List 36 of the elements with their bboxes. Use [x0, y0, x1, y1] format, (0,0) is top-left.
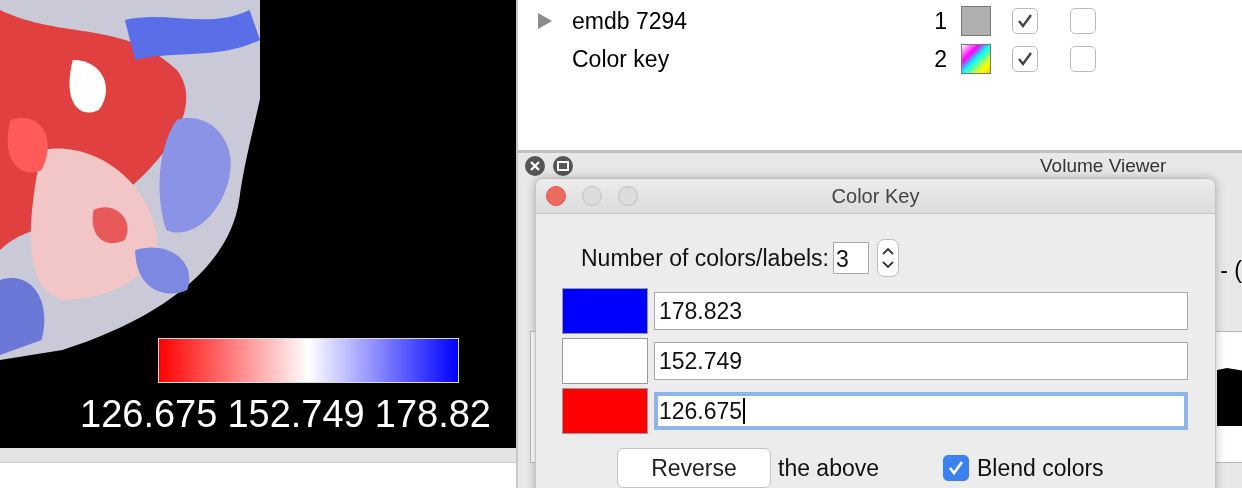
model-id: 2	[933, 45, 947, 73]
close-button[interactable]	[546, 186, 566, 206]
expand-triangle-icon[interactable]	[538, 13, 552, 29]
value-field[interactable]: 178.823	[654, 292, 1188, 330]
color-swatch[interactable]	[562, 288, 648, 334]
count-field[interactable]: 3	[833, 242, 869, 274]
reverse-note: the above	[778, 454, 880, 482]
color-swatch[interactable]	[562, 388, 648, 434]
checkbox-label: Blend colors	[977, 454, 1104, 482]
window-title: Color Key	[831, 184, 920, 208]
color-key-label: 126.675	[80, 392, 218, 436]
range-text: - (	[1220, 257, 1242, 284]
checkbox[interactable]	[943, 455, 970, 481]
checkbox[interactable]	[1070, 8, 1096, 34]
color-swatch[interactable]	[562, 338, 648, 384]
checkbox[interactable]	[1012, 46, 1038, 72]
model-id: 1	[933, 7, 947, 35]
color-key-label: 152.749	[227, 392, 365, 436]
checkmark-icon	[1016, 12, 1034, 30]
model-name[interactable]: Color key	[572, 45, 917, 73]
value-field[interactable]: 126.675	[654, 392, 1188, 430]
detach-icon[interactable]	[552, 155, 574, 177]
value-field[interactable]: 152.749	[654, 342, 1188, 380]
stepper-icon[interactable]	[877, 239, 899, 277]
close-icon[interactable]	[524, 155, 546, 177]
checkbox[interactable]	[1012, 8, 1038, 34]
checkmark-icon	[1016, 50, 1034, 68]
count-label: Number of colors/labels:	[581, 244, 829, 272]
color-swatch[interactable]	[961, 6, 991, 36]
color-key-label: 178.82	[374, 392, 491, 436]
reverse-button[interactable]: Reverse	[617, 448, 771, 488]
checkmark-icon	[947, 459, 966, 477]
model-name[interactable]: emdb 7294	[572, 7, 917, 35]
panel-title: Volume Viewer	[1040, 155, 1167, 177]
color-swatch[interactable]	[961, 44, 991, 74]
checkbox[interactable]	[1070, 46, 1096, 72]
